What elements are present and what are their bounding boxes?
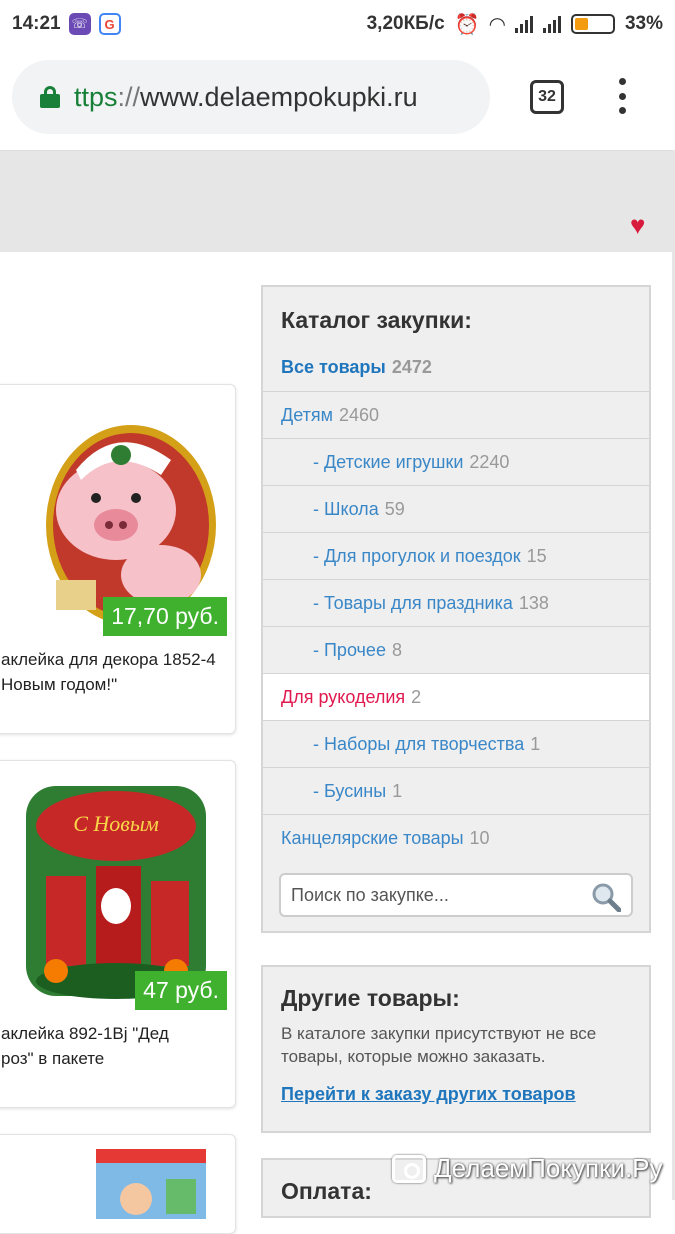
other-goods-link[interactable]: Перейти к заказу других товаров — [281, 1084, 631, 1105]
catalog-item-label: Канцелярские товары — [281, 827, 464, 848]
product-title-line: аклейка для декора 1852-4 — [1, 650, 216, 669]
product-image-pig[interactable] — [21, 400, 221, 630]
product-title[interactable]: аклейка 892-1Bj "Дед роз" в пакете — [1, 1021, 169, 1071]
heart-icon[interactable]: ♥ — [630, 210, 645, 241]
url-protocol: ttps — [74, 81, 118, 112]
catalog-item-label: - Школа — [313, 498, 379, 519]
lock-icon — [40, 86, 60, 108]
catalog-item-school[interactable]: - Школа 59 — [263, 485, 649, 532]
catalog-item-label: Детям — [281, 404, 333, 425]
search-icon[interactable] — [591, 882, 621, 912]
product-image-book[interactable] — [96, 1149, 206, 1219]
other-goods-title: Другие товары: — [281, 985, 460, 1011]
other-goods-box: Другие товары: В каталоге закупки присут… — [261, 965, 651, 1133]
catalog-item-label: - Прочее — [313, 639, 386, 660]
browser-toolbar: ttps://www.delaempokupki.ru 32 — [0, 48, 675, 150]
catalog-item-label: - Наборы для творчества — [313, 733, 525, 754]
catalog-search — [279, 873, 633, 917]
catalog-item-crafts[interactable]: Для рукоделия 2 — [263, 673, 649, 720]
catalog-item-kids[interactable]: Детям 2460 — [263, 391, 649, 438]
catalog-sidebar: Каталог закупки: Все товары 2472 Детям 246… — [261, 285, 651, 933]
catalog-item-count: 15 — [526, 545, 547, 566]
signal-icon — [514, 15, 533, 33]
catalog-item-count: 2460 — [338, 404, 380, 425]
catalog-item-label: - Детские игрушки — [313, 451, 464, 472]
catalog-item-craft-kits[interactable]: - Наборы для творчества 1 — [263, 720, 649, 767]
svg-text:С Новым: С Новым — [73, 811, 159, 836]
catalog-item-other[interactable]: - Прочее 8 — [263, 626, 649, 673]
tab-switcher-button[interactable]: 32 — [530, 80, 564, 114]
product-price: 17,70 руб. — [103, 597, 227, 636]
catalog-item-walks[interactable]: - Для прогулок и поездок 15 — [263, 532, 649, 579]
product-title-line: Новым годом!" — [1, 675, 118, 694]
catalog-item-count: 2472 — [391, 357, 432, 377]
catalog-item-count: 1 — [530, 733, 541, 754]
catalog-item-count: 138 — [518, 592, 549, 613]
alarm-icon: ⏰ — [454, 13, 480, 36]
product-price: 47 руб. — [135, 971, 227, 1010]
url-separator: :// — [117, 81, 141, 112]
catalog-item-all[interactable]: Все товары 2472 — [263, 344, 649, 391]
catalog-item-stationery[interactable]: Канцелярские товары 10 — [263, 814, 649, 861]
catalog-item-count: 2 — [411, 686, 422, 707]
catalog-item-count: 10 — [469, 827, 490, 848]
product-card[interactable] — [0, 1134, 236, 1234]
catalog-item-holiday[interactable]: - Товары для праздника 138 — [263, 579, 649, 626]
product-title-line: роз" в пакете — [1, 1049, 105, 1068]
catalog-item-beads[interactable]: - Бусины 1 — [263, 767, 649, 814]
catalog-item-label: Все товары — [281, 357, 386, 377]
battery-icon — [570, 14, 615, 34]
catalog-title: Каталог закупки: — [281, 307, 472, 333]
site-header — [0, 150, 672, 252]
catalog-item-label: - Для прогулок и поездок — [313, 545, 521, 566]
catalog-item-label: - Бусины — [313, 780, 387, 801]
other-goods-text: В каталоге закупки присутствуют не все т… — [281, 1024, 597, 1066]
wifi-icon: ◠ — [489, 13, 505, 36]
product-card[interactable]: 17,70 руб. аклейка для декора 1852-4 Нов… — [0, 384, 236, 734]
product-title[interactable]: аклейка для декора 1852-4 Новым годом!" — [1, 647, 216, 697]
google-icon: G — [98, 13, 121, 35]
camera-icon — [392, 1154, 426, 1183]
url-bar[interactable]: ttps://www.delaempokupki.ru — [12, 60, 490, 134]
url-host: www.delaempokupki.ru — [140, 81, 418, 112]
product-title-line: аклейка 892-1Bj "Дед — [1, 1024, 169, 1043]
catalog-item-label: Для рукоделия — [281, 686, 406, 707]
catalog-item-label: - Товары для праздника — [313, 592, 513, 613]
catalog-item-count: 1 — [392, 780, 403, 801]
status-time: 14:21 — [12, 13, 61, 34]
status-bar: 14:21 ☏ G 3,20КБ/с ⏰ ◠ 33% — [0, 0, 675, 48]
viber-icon: ☏ — [68, 13, 91, 35]
battery-percent: 33% — [624, 13, 663, 34]
watermark: ДелаемПокупки.Ру — [392, 1153, 663, 1184]
catalog-item-toys[interactable]: - Детские игрушки 2240 — [263, 438, 649, 485]
overflow-menu-icon[interactable] — [617, 78, 627, 114]
catalog-item-count: 59 — [384, 498, 405, 519]
search-input[interactable] — [291, 884, 581, 906]
catalog-item-count: 8 — [391, 639, 402, 660]
catalog-item-count: 2240 — [469, 451, 510, 472]
network-speed: 3,20КБ/с — [366, 13, 445, 34]
signal-icon-2 — [542, 15, 561, 33]
product-card[interactable]: С Новым 47 руб. аклейка 892-1Bj "Дед роз… — [0, 760, 236, 1108]
watermark-text: ДелаемПокупки.Ру — [434, 1153, 663, 1183]
